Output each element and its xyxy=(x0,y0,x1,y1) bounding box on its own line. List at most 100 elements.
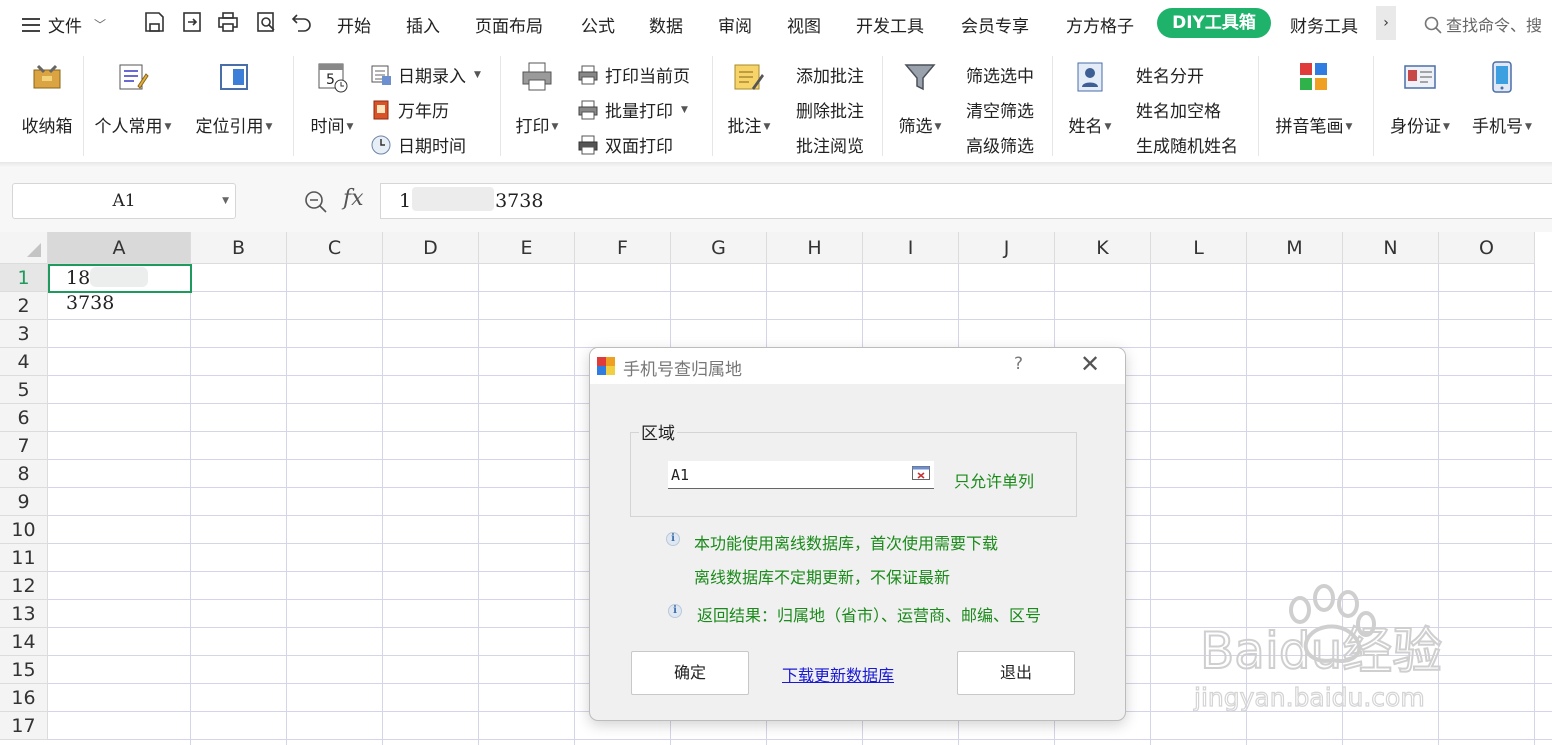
range-picker-icon[interactable] xyxy=(912,466,930,480)
row-header-16[interactable]: 16 xyxy=(0,684,48,712)
print-current-page-button[interactable]: 打印当前页 xyxy=(577,62,690,87)
row-header-9[interactable]: 9 xyxy=(0,488,48,516)
duplex-print-button[interactable]: 双面打印 xyxy=(577,132,673,157)
row-header-2[interactable]: 2 xyxy=(0,292,48,320)
tab-ffgz[interactable]: 方方格子 xyxy=(1066,12,1134,37)
print-preview-icon[interactable] xyxy=(254,10,278,34)
name-box[interactable]: A1 ▼ xyxy=(12,183,236,219)
filter-button[interactable]: 筛选 ▼ xyxy=(892,60,948,137)
date-time-button[interactable]: 日期时间 xyxy=(370,132,466,157)
more-tabs-button[interactable]: › xyxy=(1376,6,1396,40)
tab-finance[interactable]: 财务工具 xyxy=(1290,12,1358,37)
column-header-E[interactable]: E xyxy=(479,232,575,264)
row-header-6[interactable]: 6 xyxy=(0,404,48,432)
row-header-1[interactable]: 1 xyxy=(0,264,48,292)
column-header-M[interactable]: M xyxy=(1247,232,1343,264)
comment-button[interactable]: 批注 ▼ xyxy=(722,60,776,137)
tab-home[interactable]: 开始 xyxy=(337,12,371,37)
column-header-J[interactable]: J xyxy=(959,232,1055,264)
tab-member[interactable]: 会员专享 xyxy=(961,12,1029,37)
column-header-O[interactable]: O xyxy=(1439,232,1535,264)
name-button[interactable]: 姓名 ▼ xyxy=(1062,60,1118,137)
range-input[interactable]: A1 xyxy=(668,461,934,489)
row-header-8[interactable]: 8 xyxy=(0,460,48,488)
tab-data[interactable]: 数据 xyxy=(649,12,683,37)
time-button[interactable]: 5 时间 ▼ xyxy=(304,60,360,137)
advanced-filter-button[interactable]: 高级筛选 xyxy=(966,132,1034,157)
personal-icon xyxy=(119,64,149,90)
random-name-button[interactable]: 生成随机姓名 xyxy=(1136,132,1238,157)
date-entry-button[interactable]: 日期录入 ▼ xyxy=(370,62,481,87)
ribbon-separator xyxy=(83,56,84,156)
download-database-link[interactable]: 下载更新数据库 xyxy=(782,662,894,686)
close-icon[interactable]: ✕ xyxy=(1080,350,1100,378)
phone-number-button[interactable]: 手机号 ▼ xyxy=(1466,60,1538,137)
column-header-A[interactable]: A xyxy=(48,232,191,264)
row-header-3[interactable]: 3 xyxy=(0,320,48,348)
locate-reference-button[interactable]: 定位引用 ▼ xyxy=(190,60,278,137)
tab-view[interactable]: 视图 xyxy=(787,12,821,37)
filter-selected-button[interactable]: 筛选选中 xyxy=(966,62,1034,87)
dialog-title-bar[interactable]: 手机号查归属地 ? ✕ xyxy=(590,348,1125,384)
file-menu[interactable]: 文件 ﹀ xyxy=(22,12,106,37)
column-header-D[interactable]: D xyxy=(383,232,479,264)
pinyin-strokes-button[interactable]: 拼音笔画 ▼ xyxy=(1268,60,1360,137)
print-icon[interactable] xyxy=(216,10,240,34)
exit-button[interactable]: 退出 xyxy=(957,651,1075,695)
inbox-button[interactable]: 收纳箱 xyxy=(18,60,76,137)
row-header-15[interactable]: 15 xyxy=(0,656,48,684)
dropdown-arrow-icon[interactable]: ▼ xyxy=(222,184,229,218)
column-header-F[interactable]: F xyxy=(575,232,671,264)
row-header-12[interactable]: 12 xyxy=(0,572,48,600)
row-header-7[interactable]: 7 xyxy=(0,432,48,460)
insert-function-icon[interactable]: fx xyxy=(343,186,364,211)
help-button[interactable]: ? xyxy=(1014,354,1023,374)
split-name-button[interactable]: 姓名分开 xyxy=(1136,62,1204,87)
info-return-result: 返回结果：归属地（省市）、运营商、邮编、区号 xyxy=(697,606,1042,625)
batch-print-button[interactable]: 批量打印 ▼ xyxy=(577,97,688,122)
blurred-area xyxy=(90,267,149,287)
column-header-B[interactable]: B xyxy=(191,232,287,264)
name-add-space-button[interactable]: 姓名加空格 xyxy=(1136,97,1221,122)
tab-review[interactable]: 审阅 xyxy=(718,12,752,37)
selected-cell-a1[interactable]: 18 3738 xyxy=(48,264,192,314)
column-header-K[interactable]: K xyxy=(1055,232,1151,264)
row-header-13[interactable]: 13 xyxy=(0,600,48,628)
column-header-L[interactable]: L xyxy=(1151,232,1247,264)
tab-diy-toolbox[interactable]: DIY工具箱 xyxy=(1157,8,1271,38)
export-icon[interactable] xyxy=(180,10,204,34)
command-search[interactable]: 查找命令、搜 xyxy=(1424,12,1542,36)
column-header-G[interactable]: G xyxy=(671,232,767,264)
row-header-4[interactable]: 4 xyxy=(0,348,48,376)
clear-filter-button[interactable]: 清空筛选 xyxy=(966,97,1034,122)
column-header-H[interactable]: H xyxy=(767,232,863,264)
tab-page-layout[interactable]: 页面布局 xyxy=(475,12,543,37)
save-icon[interactable] xyxy=(142,10,166,34)
tab-insert[interactable]: 插入 xyxy=(406,12,440,37)
ok-button[interactable]: 确定 xyxy=(631,651,749,695)
row-header-14[interactable]: 14 xyxy=(0,628,48,656)
personal-button[interactable]: 个人常用 ▼ xyxy=(90,60,176,137)
row-header-11[interactable]: 11 xyxy=(0,544,48,572)
read-comment-button[interactable]: 批注阅览 xyxy=(796,132,864,157)
undo-icon[interactable] xyxy=(290,10,314,34)
column-header-C[interactable]: C xyxy=(287,232,383,264)
row-header-17[interactable]: 17 xyxy=(0,712,48,740)
range-input-value: A1 xyxy=(671,466,690,484)
column-header-N[interactable]: N xyxy=(1343,232,1439,264)
add-comment-button[interactable]: 添加批注 xyxy=(796,62,864,87)
id-card-button[interactable]: 身份证 ▼ xyxy=(1384,60,1456,137)
row-header-5[interactable]: 5 xyxy=(0,376,48,404)
tab-developer[interactable]: 开发工具 xyxy=(856,12,924,37)
tab-formulas[interactable]: 公式 xyxy=(581,12,615,37)
window-icon xyxy=(220,64,248,90)
zoom-icon[interactable] xyxy=(303,189,329,215)
select-all-corner[interactable] xyxy=(0,232,48,264)
formula-input[interactable]: 1 3738 xyxy=(380,183,1552,219)
perpetual-calendar-button[interactable]: 万年历 xyxy=(370,97,449,122)
print-button[interactable]: 打印 ▼ xyxy=(510,60,564,137)
cell-a1-prefix: 18 xyxy=(66,267,91,289)
delete-comment-button[interactable]: 删除批注 xyxy=(796,97,864,122)
row-header-10[interactable]: 10 xyxy=(0,516,48,544)
column-header-I[interactable]: I xyxy=(863,232,959,264)
